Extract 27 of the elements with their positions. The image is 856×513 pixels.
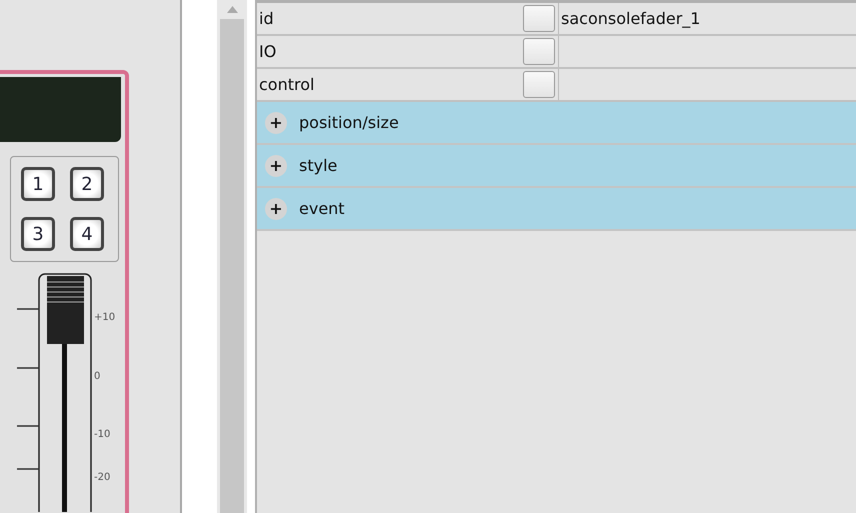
scale-label: 0 xyxy=(94,371,100,382)
property-name: control xyxy=(258,75,316,94)
property-button[interactable] xyxy=(523,38,555,65)
number-button[interactable]: 2 xyxy=(70,167,104,201)
number-button[interactable]: 3 xyxy=(21,217,55,251)
property-name: IO xyxy=(258,42,278,61)
scrollbar[interactable] xyxy=(217,0,247,513)
number-button[interactable]: 4 xyxy=(70,217,104,251)
property-group[interactable]: + position/size xyxy=(257,102,856,145)
expand-button[interactable]: + xyxy=(265,198,287,220)
group-label: position/size xyxy=(299,113,399,132)
property-group[interactable]: + event xyxy=(257,188,856,231)
scale-label: +10 xyxy=(94,312,116,323)
number-button[interactable]: 1 xyxy=(21,167,55,201)
expand-button[interactable]: + xyxy=(265,112,287,134)
property-button[interactable] xyxy=(523,71,555,98)
scroll-up-icon[interactable] xyxy=(226,6,238,13)
group-label: style xyxy=(299,156,338,175)
property-value[interactable]: saconsolefader_1 xyxy=(558,3,856,34)
scale-label: -20 xyxy=(94,472,110,483)
property-name: id xyxy=(258,9,275,28)
group-label: event xyxy=(299,199,345,218)
property-button[interactable] xyxy=(523,5,555,32)
scrollbar-thumb[interactable] xyxy=(220,19,244,513)
expand-button[interactable]: + xyxy=(265,154,287,176)
scale-label: -10 xyxy=(94,429,110,440)
property-group[interactable]: + style xyxy=(257,145,856,188)
